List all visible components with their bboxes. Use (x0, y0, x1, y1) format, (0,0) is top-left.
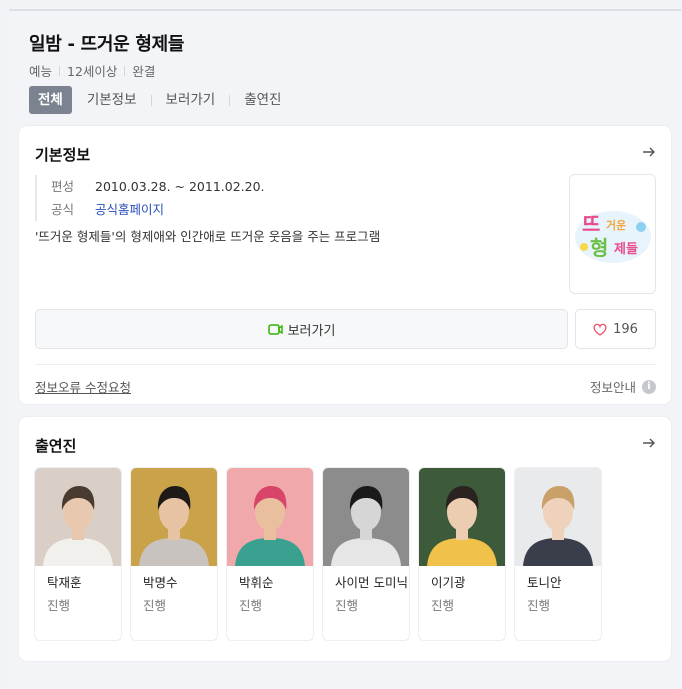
meta-genre: 예능 (29, 64, 53, 79)
info-row-schedule: 편성 2010.03.28. ~ 2011.02.20. (51, 175, 265, 198)
cast-name: 토니안 (527, 575, 562, 590)
tab-watch[interactable]: 보러가기 (156, 86, 226, 114)
cast-member-card[interactable]: 사이먼 도미닉진행 (322, 467, 410, 641)
cast-member-card[interactable]: 박명수진행 (130, 467, 218, 641)
tab-cast[interactable]: 출연진 (234, 86, 291, 114)
cast-member-card[interactable]: 탁재훈진행 (34, 467, 122, 641)
cast-role: 진행 (335, 598, 359, 613)
cast-role: 진행 (527, 598, 551, 613)
cast-name: 박휘순 (239, 575, 274, 590)
program-description: '뜨거운 형제들'의 형제애와 인간애로 뜨거운 웃음을 주는 프로그램 (35, 229, 381, 244)
cast-name: 사이먼 도미닉 (335, 575, 408, 590)
tab-divider (150, 94, 152, 106)
cast-member-card[interactable]: 박휘순진행 (226, 467, 314, 641)
cast-photo (323, 468, 409, 566)
cast-name: 탁재훈 (47, 575, 82, 590)
cast-card: 출연진 탁재훈 진행 박명수 진행 박휘순 진행 사이먼 도미닉 진행 이기광 진행 토니안 진행 (19, 417, 671, 661)
cast-name: 박명수 (143, 575, 178, 590)
cast-photo (515, 468, 601, 566)
cast-photo (35, 468, 121, 566)
svg-text:뜨: 뜨 (582, 212, 600, 236)
program-meta: 예능 12세이상 완결 (29, 61, 155, 80)
basic-info-card: 기본정보 편성 2010.03.28. ~ 2011.02.20. 공식 공식홈… (19, 126, 671, 404)
cast-role: 진행 (47, 598, 71, 613)
meta-divider (124, 65, 126, 76)
cast-role: 진행 (239, 598, 263, 613)
heart-icon (593, 323, 607, 336)
official-homepage-link[interactable]: 공식홈페이지 (95, 198, 164, 221)
info-guide[interactable]: 정보안내 i (590, 377, 656, 396)
meta-status: 완결 (132, 64, 156, 79)
cast-photo (419, 468, 505, 566)
page-frame: 일밤 - 뜨거운 형제들 예능 12세이상 완결 전체 기본정보 보러가기 출연… (9, 9, 681, 689)
cast-photo (131, 468, 217, 566)
info-guide-label: 정보안내 (589, 380, 636, 395)
cast-member-card[interactable]: 토니안진행 (514, 467, 602, 641)
svg-text:형: 형 (590, 236, 608, 260)
report-error-link[interactable]: 정보오류 수정요청 (35, 377, 131, 396)
info-value: 2010.03.28. ~ 2011.02.20. (95, 179, 265, 194)
cast-role: 진행 (143, 598, 167, 613)
like-count: 196 (613, 321, 638, 337)
cast-title: 출연진 (35, 437, 77, 455)
info-rows: 편성 2010.03.28. ~ 2011.02.20. 공식 공식홈페이지 (35, 175, 265, 221)
info-row-official: 공식 공식홈페이지 (51, 198, 265, 221)
meta-rating: 12세이상 (67, 64, 118, 79)
page-title: 일밤 - 뜨거운 형제들 (29, 34, 185, 55)
svg-text:제들: 제들 (614, 242, 638, 257)
cast-role: 진행 (431, 598, 455, 613)
svg-text:거운: 거운 (606, 218, 626, 232)
like-button[interactable]: 196 (575, 309, 656, 349)
info-key: 편성 (51, 179, 75, 194)
meta-divider (59, 65, 61, 76)
divider (35, 364, 656, 365)
cast-member-card[interactable]: 이기광진행 (418, 467, 506, 641)
show-logo-image[interactable]: 뜨 거운 형 제들 (569, 174, 656, 294)
arrow-right-icon[interactable] (641, 435, 657, 451)
info-icon: i (642, 379, 656, 394)
tab-all[interactable]: 전체 (29, 86, 72, 114)
watch-button-label: 보러가기 (287, 323, 336, 339)
cast-name: 이기광 (431, 575, 466, 590)
info-key: 공식 (51, 202, 75, 217)
cast-photo (227, 468, 313, 566)
basic-info-title: 기본정보 (35, 146, 91, 164)
tab-divider (229, 94, 231, 106)
play-tv-icon (267, 323, 283, 335)
arrow-right-icon[interactable] (641, 144, 657, 160)
watch-button[interactable]: 보러가기 (35, 309, 568, 349)
tab-bar: 전체 기본정보 보러가기 출연진 (29, 86, 291, 114)
cast-list: 탁재훈 진행 박명수 진행 박휘순 진행 사이먼 도미닉 진행 이기광 진행 토니안 진행 (34, 467, 610, 641)
tab-basic-info[interactable]: 기본정보 (77, 86, 147, 114)
